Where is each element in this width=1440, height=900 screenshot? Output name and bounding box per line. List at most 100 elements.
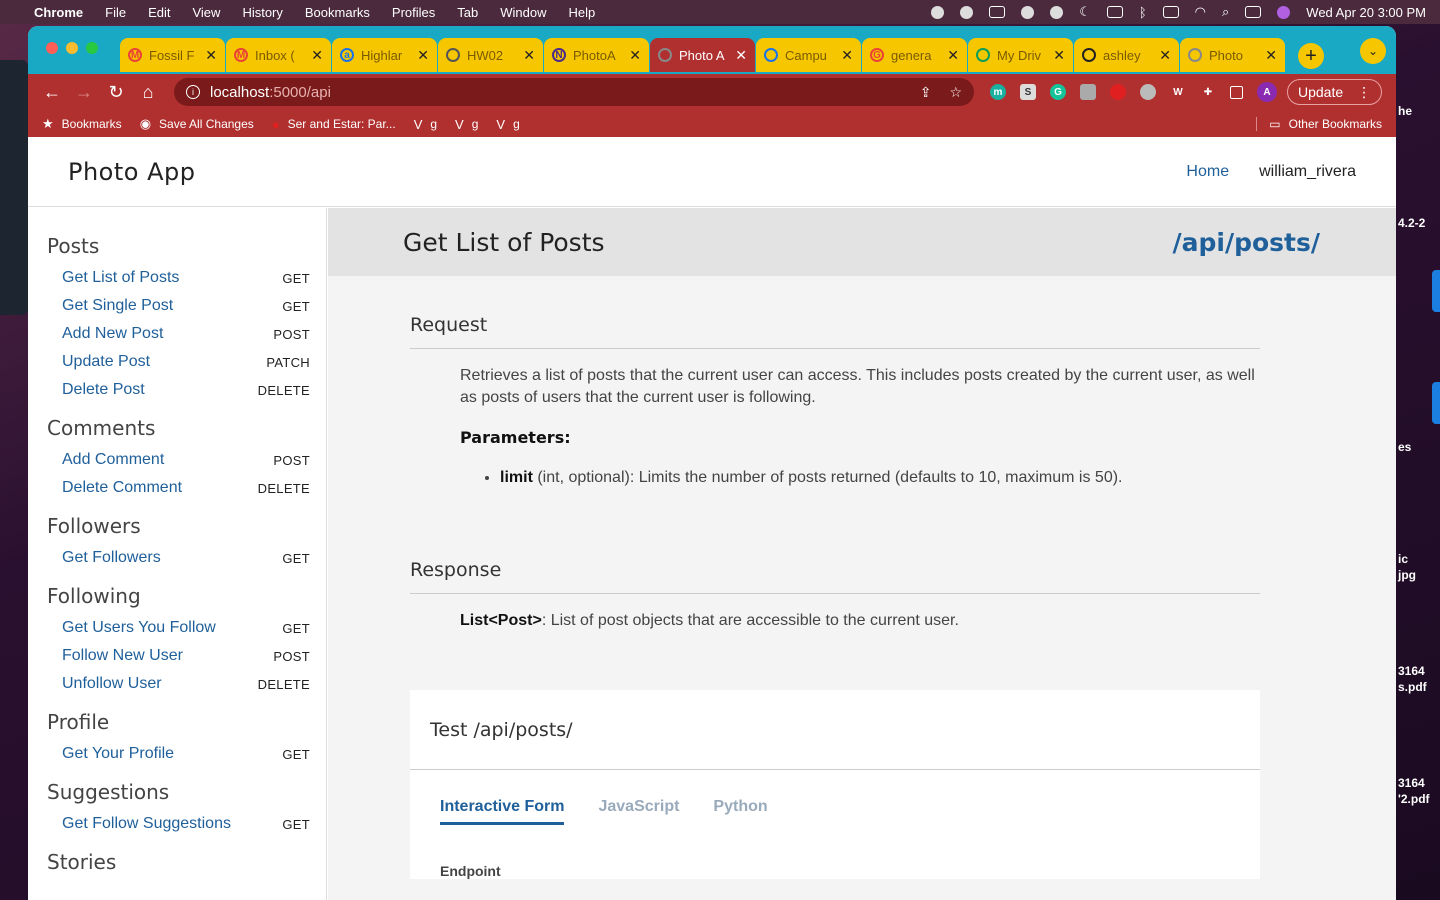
sidebar-item-label[interactable]: Follow New User	[62, 647, 183, 665]
menu-bookmarks[interactable]: Bookmarks	[305, 5, 370, 20]
menu-tab[interactable]: Tab	[457, 5, 478, 20]
sidebar-item-label[interactable]: Get Follow Suggestions	[62, 815, 231, 833]
menu-help[interactable]: Help	[569, 5, 596, 20]
share-icon[interactable]: ⇪	[920, 84, 932, 101]
bookmark-item[interactable]: Vg	[455, 117, 478, 132]
browser-tab[interactable]: My Driv ✕	[968, 38, 1073, 72]
sidebar-item[interactable]: Unfollow User DELETE	[47, 670, 310, 698]
minimize-window-button[interactable]	[66, 42, 78, 54]
browser-tab[interactable]: a Highlar ✕	[332, 38, 437, 72]
browser-tab[interactable]: Ggenera ✕	[862, 38, 967, 72]
sidebar-item[interactable]: Get Your Profile GET	[47, 740, 310, 768]
browser-tab[interactable]: Photo A ✕	[650, 38, 755, 72]
sidebar-item-label[interactable]: Unfollow User	[62, 675, 162, 693]
display-icon[interactable]	[989, 6, 1006, 18]
search-icon[interactable]: ⌕	[1222, 4, 1229, 20]
sidepanel-icon[interactable]	[1230, 85, 1243, 99]
sidebar-item[interactable]: Get List of Posts GET	[47, 264, 310, 292]
browser-tab[interactable]: HW02 ✕	[438, 38, 543, 72]
bookmark-item[interactable]: ★ Bookmarks	[42, 116, 122, 132]
menu-app-name[interactable]: Chrome	[34, 5, 83, 20]
sidebar-item-label[interactable]: Add New Post	[62, 325, 163, 343]
close-tab-icon[interactable]: ✕	[841, 47, 853, 64]
close-tab-icon[interactable]: ✕	[1159, 47, 1171, 64]
close-tab-icon[interactable]: ✕	[205, 47, 217, 64]
close-tab-icon[interactable]: ✕	[629, 47, 641, 64]
close-tab-icon[interactable]: ✕	[1053, 47, 1065, 64]
sidebar-item-label[interactable]: Add Comment	[62, 451, 164, 469]
sidebar-item-label[interactable]: Delete Comment	[62, 479, 182, 497]
bluetooth-icon[interactable]: ᛒ	[1139, 5, 1147, 20]
battery-icon[interactable]	[1162, 6, 1179, 18]
bookmark-item[interactable]: Vg	[414, 117, 437, 132]
tab-interactive-form[interactable]: Interactive Form	[440, 798, 565, 825]
bookmark-item[interactable]: Vg	[496, 117, 519, 132]
tab-javascript[interactable]: JavaScript	[598, 798, 679, 825]
sidebar-item[interactable]: Follow New User POST	[47, 642, 310, 670]
menu-window[interactable]: Window	[500, 5, 546, 20]
sidebar-item[interactable]: Get Single Post GET	[47, 292, 310, 320]
sidebar-item-label[interactable]: Update Post	[62, 353, 150, 371]
extension-m-icon[interactable]: m	[990, 84, 1006, 100]
sidebar-item[interactable]: Add Comment POST	[47, 446, 310, 474]
tab-search-button[interactable]: ⌄	[1360, 38, 1386, 64]
grammarly-icon[interactable]: G	[1050, 84, 1066, 100]
new-tab-button[interactable]: +	[1298, 43, 1324, 69]
browser-tab[interactable]: M Fossil F ✕	[120, 38, 225, 72]
tab-python[interactable]: Python	[713, 798, 767, 825]
close-tab-icon[interactable]: ✕	[947, 47, 959, 64]
menu-edit[interactable]: Edit	[148, 5, 170, 20]
avatar[interactable]: A	[1257, 82, 1277, 102]
sidebar-item-label[interactable]: Get Users You Follow	[62, 619, 216, 637]
siri-icon[interactable]	[1277, 5, 1291, 19]
globe-icon[interactable]	[960, 5, 974, 19]
close-tab-icon[interactable]: ✕	[523, 47, 535, 64]
clock[interactable]: Wed Apr 20 3:00 PM	[1306, 5, 1426, 20]
play-icon[interactable]	[1050, 5, 1064, 19]
browser-tab[interactable]: N PhotoA ✕	[544, 38, 649, 72]
extension-red-icon[interactable]	[1110, 84, 1126, 100]
sidebar-item[interactable]: Update Post PATCH	[47, 348, 310, 376]
menu-file[interactable]: File	[105, 5, 126, 20]
bookmark-item[interactable]: ◉ Save All Changes	[140, 116, 254, 132]
wifi-icon[interactable]: ◠	[1195, 4, 1206, 20]
close-tab-icon[interactable]: ✕	[311, 47, 323, 64]
browser-tab[interactable]: M Inbox (✕	[226, 38, 331, 72]
reload-icon[interactable]: ↻	[102, 82, 130, 103]
browser-tab[interactable]: Photo ✕	[1180, 38, 1285, 72]
other-bookmarks[interactable]: ▭ Other Bookmarks	[1256, 117, 1382, 131]
bookmark-star-icon[interactable]: ☆	[949, 84, 962, 101]
extension-icon[interactable]	[1140, 84, 1156, 100]
moon-icon[interactable]: ☾	[1079, 4, 1091, 20]
browser-tab[interactable]: Campu ✕	[756, 38, 861, 72]
sidebar-item-label[interactable]: Get List of Posts	[62, 269, 179, 287]
puzzle-icon[interactable]: ✚	[1200, 84, 1216, 100]
sidebar-item[interactable]: Delete Comment DELETE	[47, 474, 310, 502]
home-link[interactable]: Home	[1186, 163, 1229, 181]
flag-icon[interactable]	[1106, 6, 1123, 18]
sidebar-item-label[interactable]: Delete Post	[62, 381, 145, 399]
close-tab-icon[interactable]: ✕	[417, 47, 429, 64]
extension-icon[interactable]	[1080, 84, 1096, 100]
menu-view[interactable]: View	[192, 5, 220, 20]
sidebar-item-label[interactable]: Get Single Post	[62, 297, 173, 315]
status-icon[interactable]	[931, 5, 945, 19]
address-bar[interactable]: i localhost:5000/api ⇪ ☆	[174, 78, 974, 106]
close-tab-icon[interactable]: ✕	[1265, 47, 1277, 64]
sidebar-item[interactable]: Get Followers GET	[47, 544, 310, 572]
menu-profiles[interactable]: Profiles	[392, 5, 435, 20]
sidebar-item[interactable]: Add New Post POST	[47, 320, 310, 348]
more-menu-icon[interactable]: ⋮	[1357, 84, 1371, 101]
back-icon[interactable]: ←	[38, 82, 66, 103]
extension-w-icon[interactable]: W	[1170, 84, 1186, 100]
close-window-button[interactable]	[46, 42, 58, 54]
close-tab-icon[interactable]: ✕	[735, 47, 747, 64]
menu-history[interactable]: History	[242, 5, 282, 20]
sidebar-item[interactable]: Delete Post DELETE	[47, 376, 310, 404]
forward-icon[interactable]: →	[70, 82, 98, 103]
home-icon[interactable]: ⌂	[134, 82, 162, 103]
status-icon[interactable]	[1021, 5, 1035, 19]
update-button[interactable]: Update ⋮	[1287, 79, 1383, 105]
control-center-icon[interactable]	[1245, 6, 1262, 18]
sidebar-item-label[interactable]: Get Your Profile	[62, 745, 174, 763]
